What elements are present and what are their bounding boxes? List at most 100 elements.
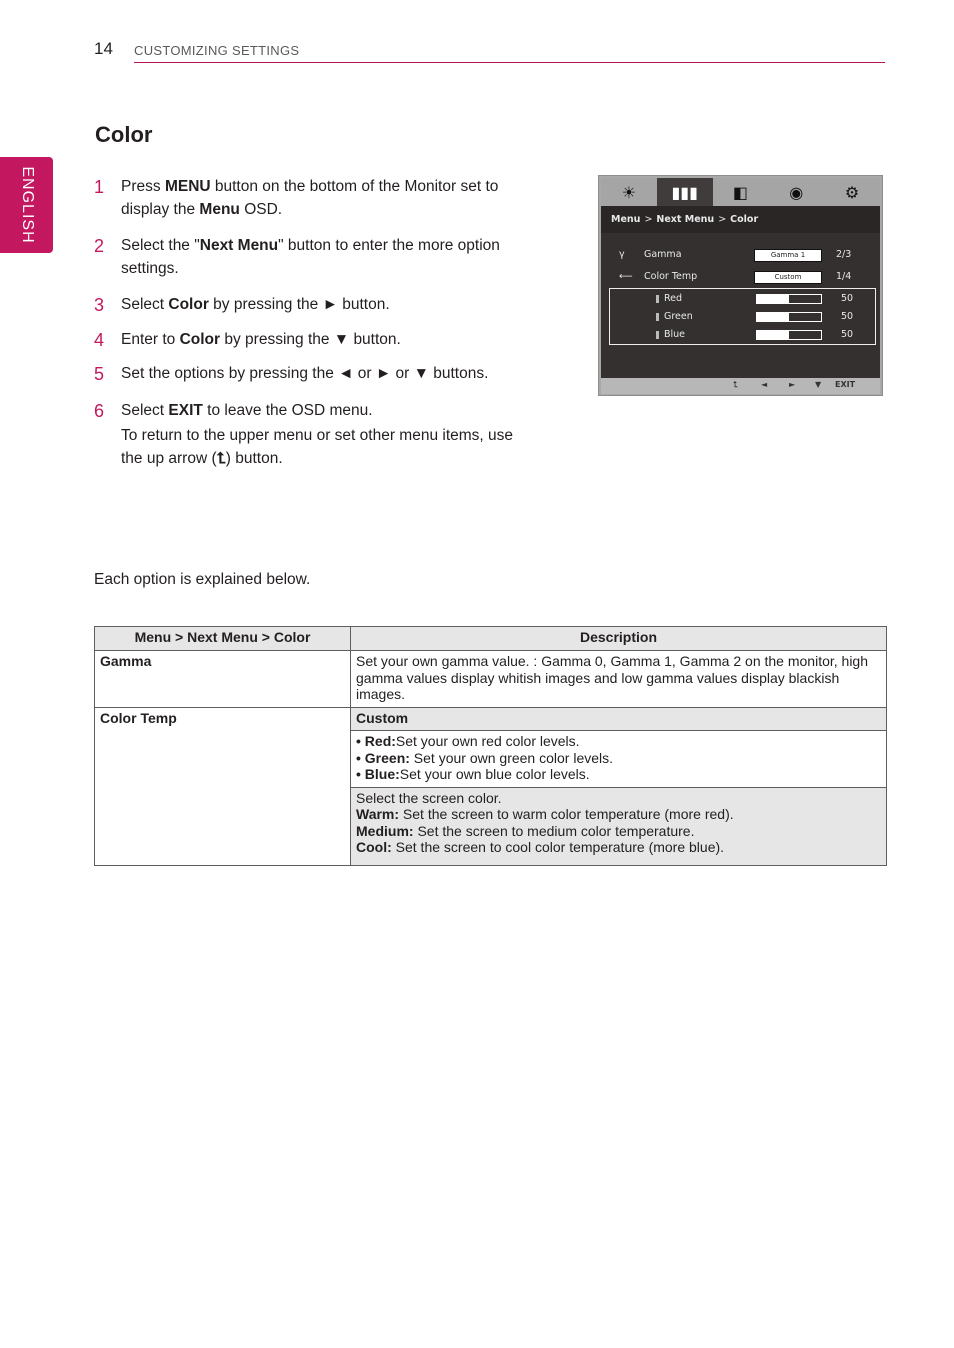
step-instruction: Select EXIT to leave the OSD menu. <box>121 400 524 423</box>
level-slider-fill <box>757 313 789 321</box>
custom-item-name: • Green: <box>356 749 410 766</box>
step-keyword: Menu <box>199 200 240 218</box>
step-instruction: Set the options by pressing the ◄ or ► o… <box>121 363 524 386</box>
step-text: Select EXIT to leave the OSD menu. To ret… <box>121 400 524 471</box>
step-text-run: OSD. <box>239 200 283 218</box>
step-number: 1 <box>94 177 105 197</box>
step-instruction: Select Color by pressing the ► button. <box>121 294 524 317</box>
osd-tab-bar: ☀ ▮▮▮ ◧ ◉ ⚙ <box>601 178 880 206</box>
table-header-row: Menu > Next Menu > Color Description <box>94 626 887 651</box>
osd-sub-label: Green <box>664 311 693 322</box>
color-marker-icon <box>656 313 659 321</box>
osd-crumb-next-menu: Next Menu <box>656 214 715 225</box>
osd-row-color-temp: ⟵ Color Temp Custom 1/4 <box>601 269 880 285</box>
brightness-icon: ☀ <box>621 182 637 202</box>
preset-text: Set the screen to warm color temperature… <box>399 806 734 822</box>
page-title: Color <box>95 122 153 147</box>
osd-row-value: Custom <box>754 271 822 284</box>
level-slider <box>756 294 822 304</box>
down-arrow-icon: ▼ <box>815 380 822 389</box>
step-text: Enter to Color by pressing the ▼ button. <box>121 329 524 352</box>
table-cell-custom-heading: Custom <box>350 706 887 731</box>
osd-sub-value: 50 <box>841 293 854 304</box>
step-note-text: To return to the upper menu or set other… <box>121 427 514 467</box>
osd-sub-row-red: Red 50 <box>610 290 875 308</box>
step-item: 5 Set the options by pressing the ◄ or ► … <box>94 363 524 386</box>
step-note: To return to the upper menu or set other… <box>121 425 524 470</box>
step-text-run: to leave the OSD menu. <box>202 401 373 419</box>
level-slider-fill <box>757 295 789 303</box>
intro-text: Each option is explained below. <box>94 571 311 588</box>
step-keyword: MENU <box>164 178 211 195</box>
table-cell-presets: Select the screen color. Warm: Set the s… <box>350 786 887 866</box>
step-number: 2 <box>94 236 105 256</box>
osd-row-label: Color Temp <box>644 271 698 282</box>
crumb-separator: > <box>718 214 727 225</box>
preset-item: Warm: Set the screen to warm color tempe… <box>356 806 881 823</box>
osd-sub-label: Blue <box>664 329 686 340</box>
step-instruction: Select the "Next Menu" button to enter t… <box>121 235 524 280</box>
right-arrow-icon: ► <box>789 380 796 389</box>
step-number: 6 <box>94 400 105 421</box>
step-text: Press MENU button on the bottom of the M… <box>121 176 524 221</box>
preset-name: Medium: <box>356 822 414 839</box>
preset-item: Cool: Set the screen to cool color tempe… <box>356 839 881 856</box>
step-item: 3 Select Color by pressing the ► button. <box>94 294 524 317</box>
level-slider <box>756 312 822 322</box>
step-text: Select the "Next Menu" button to enter t… <box>121 235 524 280</box>
table-header-description: Description <box>350 626 887 651</box>
osd-row-value: Gamma 1 <box>754 249 822 262</box>
color-bars-icon: ▮▮▮ <box>656 178 713 206</box>
osd-panel: Menu > Next Menu > Color γ Gamma Gamma 1 2/3… <box>601 206 880 378</box>
osd-crumb-color: Color <box>730 214 759 225</box>
picture-icon: ◧ <box>732 182 749 202</box>
step-text-run: Select the " <box>121 237 200 254</box>
settings-gear-icon: ⚙ <box>844 182 860 202</box>
page-number: 14 <box>94 39 113 58</box>
osd-sub-row-blue: Blue 50 <box>610 326 875 344</box>
table-cell-custom-items: • Red:Set your own red color levels. • Gr… <box>350 730 887 788</box>
osd-sub-value: 50 <box>841 329 854 340</box>
color-temp-icon: ⟵ <box>619 271 633 282</box>
disc-icon: ◉ <box>789 182 804 202</box>
osd-breadcrumb: Menu > Next Menu > Color <box>601 206 880 233</box>
step-number: 5 <box>94 364 105 384</box>
osd-row-position: 2/3 <box>836 249 852 260</box>
step-text: Select Color by pressing the ► button. <box>121 294 524 317</box>
level-slider <box>756 330 822 340</box>
osd-row-position: 1/4 <box>836 271 852 282</box>
header-divider <box>134 62 885 63</box>
osd-sub-row-green: Green 50 <box>610 308 875 326</box>
level-slider-fill <box>757 331 789 339</box>
preset-text: Set the screen to medium color temperatu… <box>413 822 695 839</box>
exit-label: EXIT <box>835 380 856 389</box>
preset-name: Cool: <box>356 839 392 855</box>
table-cell-color-temp-label: Color Temp <box>94 706 351 866</box>
step-item: 4 Enter to Color by pressing the ▼ button… <box>94 329 524 352</box>
step-text-run: Select <box>121 401 169 419</box>
options-table: Menu > Next Menu > Color Description Gam… <box>94 626 887 866</box>
custom-item: • Red:Set your own red color levels. <box>356 733 881 750</box>
custom-item-text: Set your own red color levels. <box>395 733 580 749</box>
step-keyword: EXIT <box>168 401 203 419</box>
step-item: 1 Press MENU button on the bottom of the … <box>94 176 524 221</box>
custom-item: • Blue:Set your own blue color levels. <box>356 766 881 783</box>
preset-text: Set the screen to cool color temperature… <box>391 839 725 855</box>
step-keyword: Next Menu <box>199 237 279 254</box>
color-marker-icon <box>656 295 659 303</box>
osd-footer-bar: ⮤ ◄ ► ▼ EXIT <box>601 378 880 394</box>
step-keyword: Color <box>179 330 221 348</box>
osd-crumb-menu: Menu <box>611 214 641 225</box>
preset-intro: Select the screen color. <box>356 789 502 806</box>
step-text-run: by pressing the ► button. <box>208 296 390 313</box>
preset-item: Medium: Set the screen to medium color t… <box>356 823 881 840</box>
step-number: 4 <box>94 329 105 350</box>
section-title: CUSTOMIZING SETTINGS <box>134 43 300 58</box>
step-text-run: Set the options by pressing the ◄ or ► o… <box>121 365 489 382</box>
preset-name: Warm: <box>356 806 400 822</box>
table-cell-gamma-label: Gamma <box>94 650 351 708</box>
up-arrow-icon: ⮤ <box>216 449 226 467</box>
custom-item-name: • Blue: <box>356 766 400 782</box>
step-keyword: Color <box>168 296 209 313</box>
table-header-menu: Menu > Next Menu > Color <box>94 626 351 651</box>
